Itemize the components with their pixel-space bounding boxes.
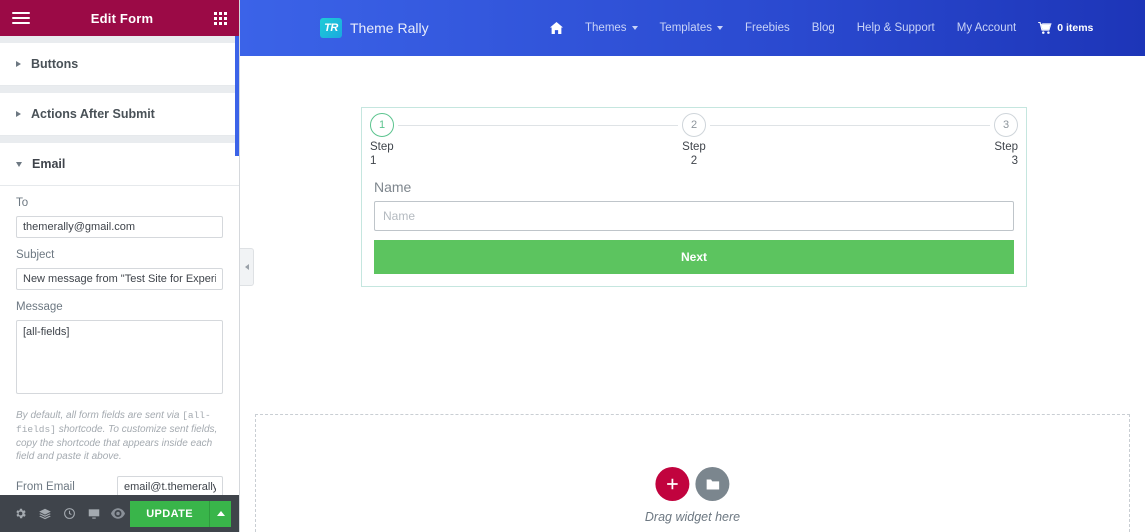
nav-item-themes[interactable]: Themes	[585, 22, 638, 34]
responsive-monitor-icon[interactable]	[81, 495, 105, 532]
panel-footer-toolbar: UPDATE	[0, 495, 239, 532]
nav-label: Templates	[659, 22, 712, 34]
hamburger-icon[interactable]	[12, 12, 30, 24]
chevron-right-icon	[16, 111, 21, 117]
update-button[interactable]: UPDATE	[130, 500, 209, 527]
nav-item-home[interactable]	[550, 22, 563, 34]
cart-button[interactable]: 0 items	[1038, 22, 1093, 34]
brand-name: Theme Rally	[350, 20, 429, 36]
step-label-3: Step 3	[994, 141, 1018, 168]
multistep-progress: 1 2 3	[362, 108, 1026, 137]
settings-gear-icon[interactable]	[8, 495, 32, 532]
help-text-pre: By default, all form fields are sent via	[16, 410, 183, 421]
form-field-group: Name	[362, 177, 1026, 231]
control-label-message: Message	[16, 301, 63, 313]
step-indicator-1[interactable]: 1	[370, 113, 394, 137]
step-indicator-2[interactable]: 2	[682, 113, 706, 137]
nav-label: Help & Support	[856, 22, 935, 34]
panel-header: Edit Form	[0, 0, 239, 36]
section-divider	[0, 136, 239, 143]
name-input[interactable]	[374, 200, 1014, 231]
next-button[interactable]: Next	[374, 239, 1014, 274]
panel-collapse-handle[interactable]	[240, 248, 254, 286]
panel-title: Edit Form	[90, 10, 154, 26]
update-button-group: UPDATE	[130, 500, 231, 527]
name-field-label: Name	[374, 178, 412, 195]
plus-icon	[667, 478, 678, 490]
accordion-label: Actions After Submit	[31, 107, 155, 121]
step-connector	[710, 124, 990, 126]
control-to: To	[0, 186, 239, 238]
control-label-from-email: From Email	[16, 480, 75, 493]
section-divider	[0, 86, 239, 93]
chevron-down-icon	[16, 161, 22, 167]
apps-grid-icon[interactable]	[214, 11, 227, 25]
section-divider	[0, 36, 239, 43]
home-icon	[550, 22, 563, 34]
nav-label: Freebies	[744, 22, 790, 34]
logo-icon: TR	[320, 18, 342, 38]
chevron-down-icon	[716, 26, 723, 30]
nav-item-freebies[interactable]: Freebies	[745, 22, 790, 34]
accordion-label: Email	[32, 157, 66, 171]
chevron-up-icon[interactable]	[209, 500, 231, 527]
subject-input[interactable]	[16, 268, 223, 290]
nav-item-templates[interactable]: Templates	[660, 22, 723, 34]
navigator-layers-icon[interactable]	[32, 495, 56, 532]
accordion-email[interactable]: Email	[0, 143, 239, 186]
elementor-editor-screen: Edit Form Buttons Actions After Submit E…	[0, 0, 1145, 532]
control-from-email: From Email	[0, 464, 239, 495]
nav-label: Themes	[585, 22, 627, 34]
dropzone-label: Drag widget here	[644, 510, 741, 524]
dropzone-buttons	[655, 467, 730, 501]
chevron-down-icon	[631, 26, 638, 30]
folder-icon	[706, 479, 719, 489]
step-connector	[398, 124, 678, 126]
accordion-buttons[interactable]: Buttons	[0, 43, 239, 86]
cart-label: 0 items	[1057, 22, 1094, 34]
preview-eye-icon[interactable]	[106, 495, 130, 532]
panel-scrollbar[interactable]	[235, 36, 239, 156]
step-indicator-3[interactable]: 3	[994, 113, 1018, 137]
form-widget[interactable]: 1 2 3 Step 1 Step 2 Step 3 Name Name Nex…	[361, 107, 1027, 287]
cart-icon	[1038, 22, 1052, 34]
site-navbar: TR Theme Rally Themes Templates Freebies…	[240, 0, 1145, 56]
editor-panel: Edit Form Buttons Actions After Submit E…	[0, 0, 240, 532]
dropzone-content: Drag widget here	[645, 467, 740, 524]
control-label-to: To	[16, 197, 29, 209]
from-email-input[interactable]	[117, 475, 223, 495]
nav-item-blog[interactable]: Blog	[812, 22, 835, 34]
chevron-left-icon	[244, 264, 249, 270]
email-help-text: By default, all form fields are sent via…	[0, 399, 239, 464]
control-message: Message [all-fields]	[0, 290, 239, 399]
to-input[interactable]	[16, 216, 223, 238]
panel-body: Buttons Actions After Submit Email To Su…	[0, 36, 239, 495]
chevron-right-icon	[16, 61, 21, 67]
accordion-actions-after-submit[interactable]: Actions After Submit	[0, 93, 239, 136]
nav-item-help-support[interactable]: Help & Support	[857, 22, 935, 34]
widget-dropzone[interactable]: Drag widget here	[255, 414, 1130, 532]
message-textarea[interactable]: [all-fields]	[16, 320, 223, 394]
history-clock-icon[interactable]	[57, 495, 81, 532]
control-subject: Subject	[0, 238, 239, 290]
control-label-subject: Subject	[16, 249, 55, 261]
add-section-button[interactable]	[655, 467, 690, 501]
nav-item-my-account[interactable]: My Account	[957, 22, 1016, 34]
accordion-label: Buttons	[31, 57, 79, 71]
step-label-2: Step 2	[682, 141, 706, 168]
preview-canvas: TR Theme Rally Themes Templates Freebies…	[240, 0, 1145, 532]
site-nav-links: Themes Templates Freebies Blog Help & Su…	[550, 22, 1093, 34]
nav-label: My Account	[956, 22, 1017, 34]
step-label-1: Step 1	[370, 141, 394, 168]
site-brand[interactable]: TR Theme Rally	[320, 18, 429, 38]
nav-label: Blog	[811, 22, 835, 34]
template-library-button[interactable]	[695, 467, 730, 501]
step-labels: Step 1 Step 2 Step 3	[362, 136, 1026, 177]
